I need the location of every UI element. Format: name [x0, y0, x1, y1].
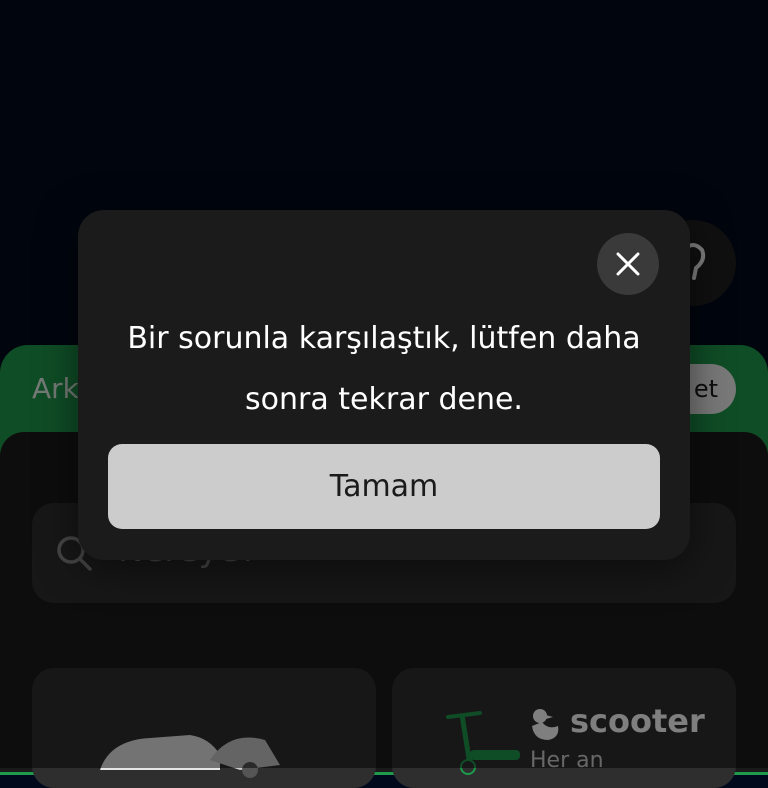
close-button[interactable]	[597, 233, 659, 295]
error-message: Bir sorunla karşılaştık, lütfen daha son…	[127, 321, 641, 417]
ok-button[interactable]: Tamam	[108, 444, 660, 529]
close-icon	[616, 252, 640, 276]
